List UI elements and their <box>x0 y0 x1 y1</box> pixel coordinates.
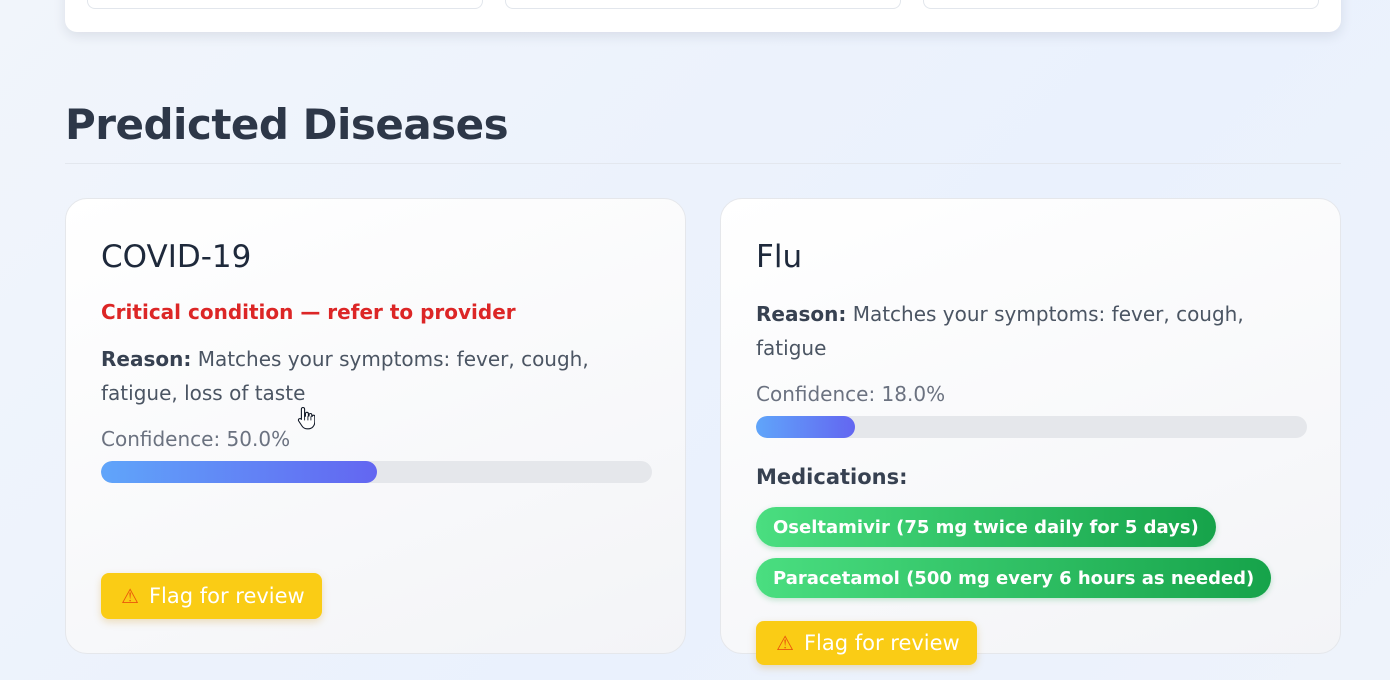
medications-heading: Medications: <box>756 465 908 489</box>
input-field[interactable] <box>87 0 483 9</box>
confidence-label: Confidence: 50.0% <box>101 427 291 451</box>
disease-card-flu: Flu Reason: Matches your symptoms: fever… <box>720 198 1341 665</box>
medication-pill: Paracetamol (500 mg every 6 hours as nee… <box>756 558 1272 598</box>
disease-name: Flu <box>756 239 803 275</box>
input-field[interactable] <box>923 0 1319 9</box>
reason-label: Reason: <box>101 347 192 371</box>
confidence-bar-fill <box>101 461 377 483</box>
warning-icon: ⚠ <box>776 631 794 655</box>
warning-icon: ⚠ <box>121 584 139 608</box>
flag-for-review-button[interactable]: ⚠ Flag for review <box>101 573 322 619</box>
section-divider <box>65 163 1341 164</box>
reason-text: Reason: Matches your symptoms: fever, co… <box>101 342 621 410</box>
disease-card-covid-19: COVID-19 Critical condition — refer to p… <box>65 198 686 654</box>
page: Predicted Diseases COVID-19 Critical con… <box>0 0 1390 680</box>
reason-label: Reason: <box>756 302 847 326</box>
confidence-label: Confidence: 18.0% <box>756 382 946 406</box>
input-field[interactable] <box>505 0 901 9</box>
medication-pill: Oseltamivir (75 mg twice daily for 5 day… <box>756 507 1216 547</box>
flag-for-review-button[interactable]: ⚠ Flag for review <box>756 621 977 665</box>
symptom-input-panel <box>65 0 1341 32</box>
reason-text: Reason: Matches your symptoms: fever, co… <box>756 297 1276 365</box>
hand-pointer-icon <box>297 406 315 430</box>
critical-alert: Critical condition — refer to provider <box>101 300 516 324</box>
section-title: Predicted Diseases <box>65 100 509 149</box>
confidence-bar-fill <box>756 416 856 438</box>
confidence-bar <box>101 461 652 483</box>
disease-name: COVID-19 <box>101 239 252 275</box>
flag-label: Flag for review <box>148 584 305 608</box>
flag-label: Flag for review <box>803 631 960 655</box>
confidence-bar <box>756 416 1307 438</box>
